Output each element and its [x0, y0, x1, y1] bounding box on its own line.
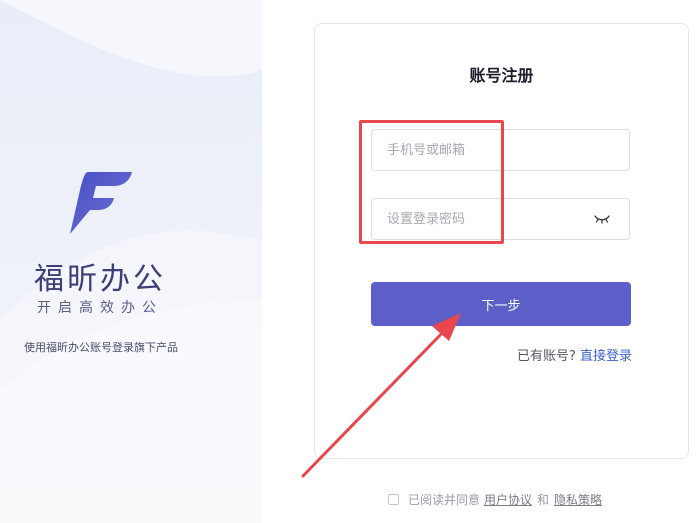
- privacy-policy-link[interactable]: 隐私策略: [554, 491, 602, 508]
- eye-closed-icon[interactable]: [593, 213, 611, 225]
- phone-email-field: [371, 129, 630, 171]
- agreement-conjunction: 和: [537, 493, 550, 507]
- user-agreement-link[interactable]: 用户协议: [484, 491, 532, 508]
- form-title: 账号注册: [469, 66, 534, 85]
- agreement-row: 已阅读并同意 用户协议 和 隐私策略: [388, 491, 606, 508]
- registration-page: 福昕办公 开启高效办公 使用福昕办公账号登录旗下产品 账号注册 下一步 已有账号…: [0, 0, 699, 523]
- has-account-text: 已有账号?: [516, 349, 576, 364]
- next-step-button[interactable]: 下一步: [371, 282, 631, 326]
- password-input[interactable]: [372, 199, 587, 239]
- register-card: 账号注册 下一步 已有账号? 直接登录: [314, 23, 689, 459]
- brand-slogan: 开启高效办公: [37, 300, 163, 316]
- phone-email-input[interactable]: [372, 130, 587, 170]
- agreement-checkbox[interactable]: [388, 494, 399, 505]
- brand-panel: 福昕办公 开启高效办公 使用福昕办公账号登录旗下产品: [0, 0, 262, 523]
- login-prompt: 已有账号? 直接登录: [517, 345, 632, 364]
- direct-login-link[interactable]: 直接登录: [580, 349, 632, 364]
- brand-description: 使用福昕办公账号登录旗下产品: [24, 341, 178, 354]
- brand-name: 福昕办公: [34, 262, 166, 297]
- password-field: [371, 198, 630, 240]
- agreement-prefix: 已阅读并同意: [408, 493, 481, 507]
- brand-logo-icon: [70, 172, 132, 234]
